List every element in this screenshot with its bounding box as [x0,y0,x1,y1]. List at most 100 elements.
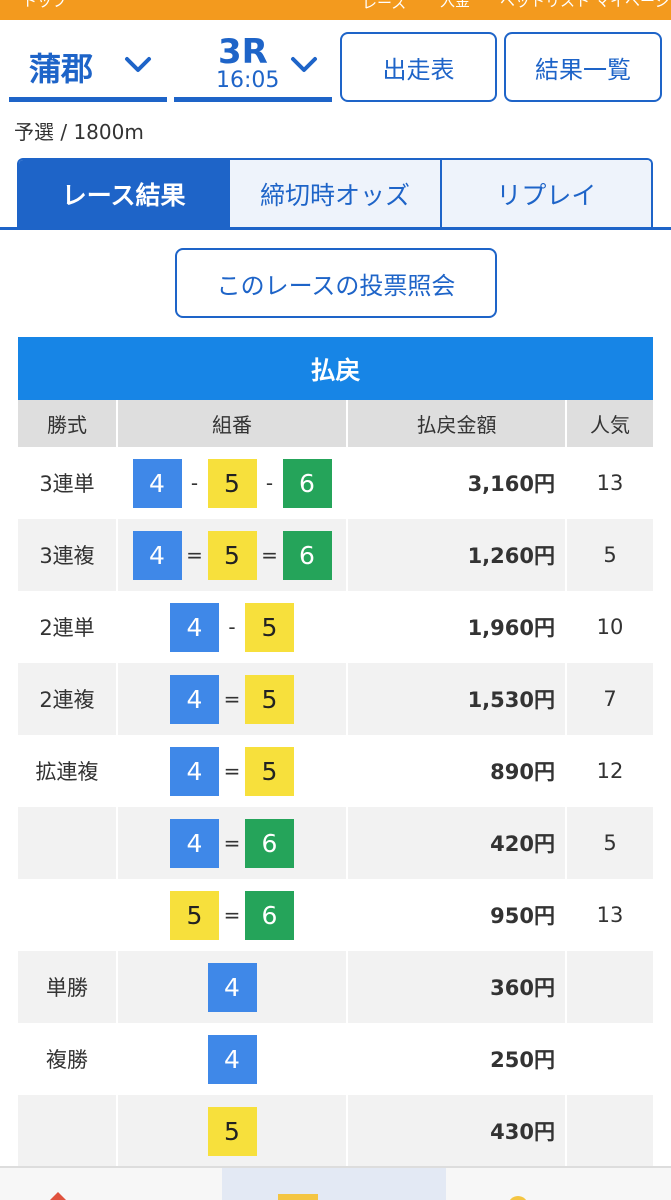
race-number: 3R [218,32,268,72]
popularity [566,1095,653,1167]
bell-icon[interactable] [505,1190,531,1200]
header-combination: 組番 [117,400,348,447]
popularity: 13 [566,879,653,951]
boat-number-badge: 4 [207,962,257,1012]
boat-number-badge: 5 [245,746,294,796]
combination-group: 4 [207,962,257,1012]
vote-inquiry-button[interactable]: このレースの投票照会 [175,248,497,318]
payout-amount: 250円 [347,1023,567,1095]
combination-separator: = [186,543,203,567]
combination: 4 = 5 [117,735,348,807]
bet-type: 3連複 [18,519,118,591]
combination-group: 5 [207,1106,257,1156]
results-list-button[interactable]: 結果一覧 [504,32,662,102]
chevron-down-icon [123,54,153,76]
header-payout-amount: 払戻金額 [347,400,567,447]
combination-group: 4-5-6 [132,458,332,508]
payout-amount: 950円 [347,879,567,951]
bet-type: 単勝 [18,951,118,1023]
combination-group: 5 = 6 [170,890,294,940]
bottom-tab-bar [0,1166,671,1200]
combination-separator: = [223,687,241,711]
bet-type: 2連複 [18,663,118,735]
popularity: 5 [566,519,653,591]
combination-separator: = [223,759,241,783]
vote-icon[interactable] [278,1194,318,1200]
combination: 4 = 5 [117,663,348,735]
bet-type [18,879,118,951]
payout-row: 2連複 4 = 5 1,530円 7 [18,663,653,735]
payout-row: 複勝 4 250円 [18,1023,653,1095]
popularity [566,951,653,1023]
venue-selector[interactable]: 蒲郡 [9,32,167,102]
boat-number-badge: 6 [282,458,332,508]
boat-number-badge: 4 [170,746,219,796]
bet-type [18,1095,118,1167]
payout-row: 4 = 6 420円 5 [18,807,653,879]
combination-group: 4 = 5 [170,674,294,724]
combination-group: 4 = 5 [170,746,294,796]
bet-type: 複勝 [18,1023,118,1095]
tab-closing-odds[interactable]: 締切時オッズ [228,160,440,228]
payout-table: 勝式 組番 払戻金額 人気 3連単 4-5-6 3,160円 13 3連複 4 = 5 = 6 1,… [18,400,653,1167]
payout-title: 払戻 [18,337,653,400]
bottom-tab-selected[interactable] [222,1168,446,1200]
top-nav-item[interactable]: ベットリスト [500,0,590,9]
boat-number-badge: 5 [207,530,257,580]
combination: 5 = 6 [117,879,348,951]
boat-number-badge: 5 [245,674,294,724]
popularity: 10 [566,591,653,663]
popularity: 12 [566,735,653,807]
boat-number-badge: 4 [170,602,219,652]
tab-underline [0,227,671,230]
combination-separator: = [223,903,241,927]
combination-group: 4 = 6 [170,818,294,868]
payout-row: 3連複 4 = 5 = 6 1,260円 5 [18,519,653,591]
entry-list-button[interactable]: 出走表 [340,32,497,102]
top-nav-item[interactable]: トップ [22,0,67,9]
top-nav-item[interactable]: レース [362,0,406,11]
race-selector[interactable]: 3R 16:05 [174,32,332,102]
boat-number-badge: 4 [170,674,219,724]
combination-group: 4 = 5 = 6 [132,530,332,580]
combination-separator: - [228,615,236,639]
payout-amount: 1,960円 [347,591,567,663]
combination-group: 4 [207,1034,257,1084]
top-nav-item[interactable]: マイページ [595,0,670,9]
combination-separator: = [223,831,241,855]
payout-amount: 1,530円 [347,663,567,735]
tab-replay[interactable]: リプレイ [439,160,651,228]
combination-group: 4-5 [170,602,294,652]
payout-row: 拡連複 4 = 5 890円 12 [18,735,653,807]
boat-number-badge: 4 [170,818,219,868]
payout-amount: 420円 [347,807,567,879]
home-icon[interactable] [44,1190,72,1200]
bet-type: 3連単 [18,447,118,519]
payout-amount: 1,260円 [347,519,567,591]
combination: 4 = 5 = 6 [117,519,348,591]
payout-row: 2連単 4-5 1,960円 10 [18,591,653,663]
tab-race-result[interactable]: レース結果 [19,160,229,228]
bet-type: 拡連複 [18,735,118,807]
payout-row: 3連単 4-5-6 3,160円 13 [18,447,653,519]
boat-number-badge: 4 [132,530,182,580]
boat-number-badge: 6 [245,818,294,868]
race-time: 16:05 [216,68,280,93]
popularity: 13 [566,447,653,519]
combination: 4 [117,951,348,1023]
popularity: 7 [566,663,653,735]
boat-number-badge: 5 [207,1106,257,1156]
bet-type [18,807,118,879]
boat-number-badge: 5 [245,602,294,652]
payout-amount: 890円 [347,735,567,807]
result-tabs: レース結果 締切時オッズ リプレイ [17,158,653,228]
boat-number-badge: 5 [207,458,257,508]
boat-number-badge: 4 [207,1034,257,1084]
top-nav-item[interactable]: 入金 [440,0,470,9]
top-nav-bar: トップ レース 入金 ベットリスト マイページ [0,0,671,20]
venue-name: 蒲郡 [29,50,94,88]
boat-number-badge: 6 [282,530,332,580]
boat-number-badge: 6 [245,890,294,940]
payout-amount: 430円 [347,1095,567,1167]
payout-row: 単勝 4 360円 [18,951,653,1023]
